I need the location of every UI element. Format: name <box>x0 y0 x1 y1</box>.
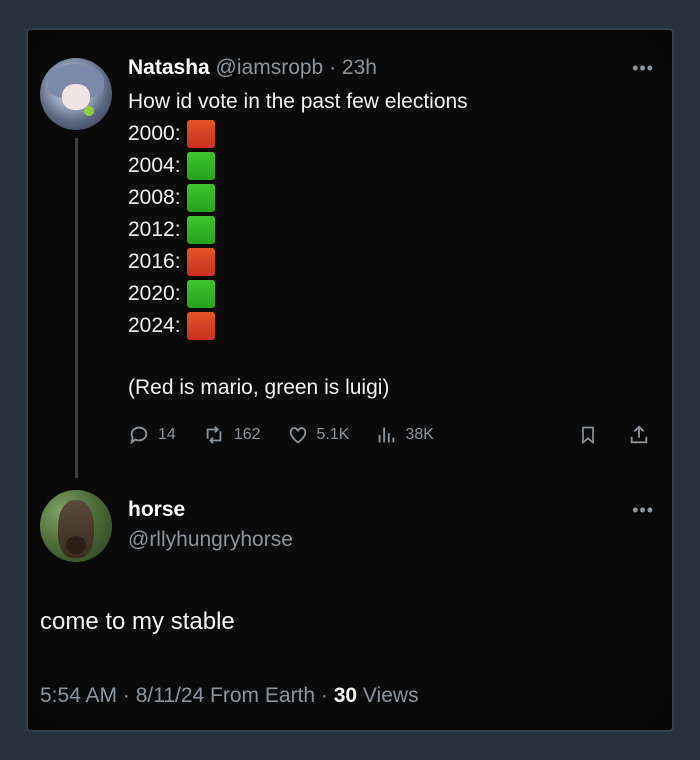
author-name[interactable]: Natasha <box>128 56 210 79</box>
tweet-time[interactable]: 23h <box>342 56 377 79</box>
reply-author-handle[interactable]: @rllyhungryhorse <box>128 528 293 552</box>
repost-count: 162 <box>233 426 261 443</box>
reply-author-name[interactable]: horse <box>128 498 185 522</box>
vote-year: 2024: <box>128 314 181 337</box>
vote-year: 2004: <box>128 154 181 177</box>
author-handle[interactable]: @iamsropb <box>216 56 324 79</box>
green-square-icon <box>186 152 215 180</box>
repost-icon <box>206 426 222 444</box>
green-square-icon <box>186 216 215 244</box>
more-options-icon[interactable]: ••• <box>632 58 654 79</box>
vote-row-2000: 2000: <box>128 118 215 150</box>
vote-year: 2000: <box>128 122 181 145</box>
tweet-note: (Red is mario, green is luigi) <box>128 376 390 399</box>
vote-row-2024: 2024: <box>128 310 215 342</box>
views-button[interactable]: 38K <box>375 424 434 446</box>
more-options-icon[interactable]: ••• <box>632 500 654 521</box>
vote-row-2012: 2012: <box>128 214 215 246</box>
vote-year: 2016: <box>128 250 181 273</box>
red-square-icon <box>186 312 215 340</box>
vote-year: 2020: <box>128 282 181 305</box>
reply-footer: 5:54 AM · 8/11/24 From Earth · 30 Views <box>40 684 419 708</box>
vote-year: 2008: <box>128 186 181 209</box>
avatar-horse[interactable] <box>40 490 112 562</box>
heart-icon <box>289 427 306 444</box>
bookmark-button[interactable] <box>578 424 606 446</box>
green-square-icon <box>186 184 215 212</box>
reply-views-label: Views <box>357 684 419 707</box>
vote-row-2008: 2008: <box>128 182 215 214</box>
red-square-icon <box>186 248 215 276</box>
tweet-intro: How id vote in the past few elections <box>128 90 468 113</box>
like-button[interactable]: 5.1K <box>287 424 350 446</box>
reply-views-count: 30 <box>333 684 358 707</box>
red-square-icon <box>186 120 215 148</box>
reply-count: 14 <box>158 426 176 443</box>
tweet-header: Natasha @iamsropb · 23h <box>128 56 377 79</box>
like-count: 5.1K <box>316 426 350 443</box>
tweet-actions: 14 162 5.1K 38K <box>128 420 658 450</box>
screenshot-frame: Natasha @iamsropb · 23h ••• How id vote … <box>28 30 672 730</box>
vote-row-2016: 2016: <box>128 246 215 278</box>
share-icon <box>630 425 648 444</box>
views-bar-icon <box>379 427 395 443</box>
bookmark-icon <box>582 426 594 445</box>
reply-icon <box>130 426 148 445</box>
vote-year: 2012: <box>128 218 181 241</box>
vote-row-2004: 2004: <box>128 150 215 182</box>
views-count: 38K <box>405 426 434 443</box>
avatar-natasha[interactable] <box>40 58 112 130</box>
reply-text: come to my stable <box>40 608 235 635</box>
vote-row-2020: 2020: <box>128 278 215 310</box>
share-button[interactable] <box>628 424 658 446</box>
repost-button[interactable]: 162 <box>202 424 261 446</box>
thread-line <box>75 138 78 478</box>
green-square-icon <box>186 280 215 308</box>
reply-button[interactable]: 14 <box>128 424 176 446</box>
reply-timestamp[interactable]: 5:54 AM · 8/11/24 From Earth · <box>40 684 334 707</box>
